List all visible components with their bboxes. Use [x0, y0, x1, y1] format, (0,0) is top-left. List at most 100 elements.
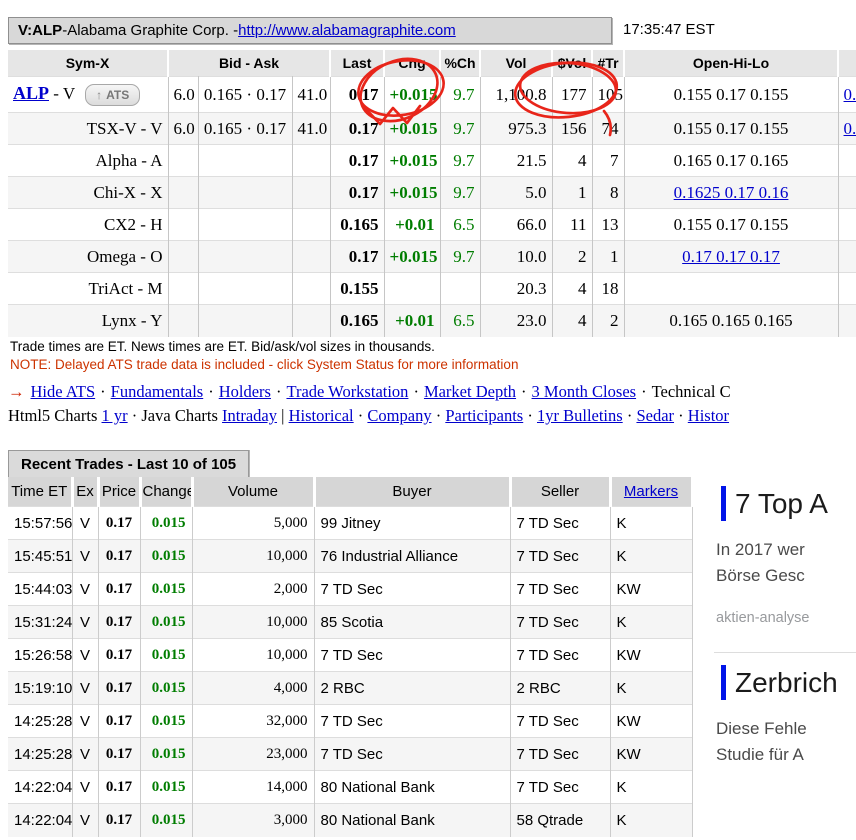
nav-link-market-depth[interactable]: Market Depth	[424, 382, 516, 401]
nav-link-historical[interactable]: Historical	[289, 406, 354, 425]
ad-block: 7 Top A In 2017 wer Börse Gesc aktien-an…	[714, 474, 856, 652]
year-range-cell	[838, 273, 856, 305]
nav-link-trade-workstation[interactable]: Trade Workstation	[286, 382, 408, 401]
trade-buyer: 7 TD Sec	[314, 573, 510, 606]
nav-link-intraday[interactable]: Intraday	[222, 406, 277, 425]
trade-row: 15:45:51 V 0.17 0.015 10,000 76 Industri…	[8, 540, 692, 573]
footnote-ats-delay: NOTE: Delayed ATS trade data is included…	[10, 356, 518, 374]
bid-size-cell	[168, 305, 198, 337]
bid-ask-cell	[198, 273, 292, 305]
trade-change: 0.015	[140, 705, 192, 738]
num-trades-cell: 13	[592, 209, 624, 241]
ask-size-cell: 41.0	[292, 77, 330, 113]
trade-time: 15:26:58	[8, 639, 72, 672]
quote-title-bar: V:ALP - Alabama Graphite Corp. - http://…	[8, 17, 612, 44]
trade-seller: 7 TD Sec	[510, 540, 610, 573]
trade-exchange: V	[72, 771, 98, 804]
col-header-chg: Chg	[384, 50, 440, 77]
dollar-volume-cell: 4	[552, 305, 592, 337]
bid-ask-cell	[198, 177, 292, 209]
trade-buyer: 7 TD Sec	[314, 705, 510, 738]
trades-header-row: Time ET Ex Price Change Volume Buyer Sel…	[8, 477, 692, 507]
trade-row: 14:22:04 V 0.17 0.015 3,000 80 National …	[8, 804, 692, 837]
nav-link-3-month-closes[interactable]: 3 Month Closes	[532, 382, 637, 401]
ask-size-cell	[292, 177, 330, 209]
open-hi-lo-cell: 0.17 0.17 0.17	[624, 241, 838, 273]
symbol-cell: CX2 - H	[8, 209, 168, 241]
col-header-vol: Vol	[480, 50, 552, 77]
trade-change: 0.015	[140, 540, 192, 573]
trade-change: 0.015	[140, 573, 192, 606]
last-price-cell: 0.17	[330, 113, 384, 145]
trade-buyer: 80 National Bank	[314, 771, 510, 804]
ad-source-link[interactable]: aktien-analyse	[716, 610, 856, 626]
trade-price: 0.17	[98, 672, 140, 705]
trade-markers: K	[610, 804, 692, 837]
quote-row: TSX-V - V 6.0 0.165 · 0.17 41.0 0.17 +0.…	[8, 113, 856, 145]
nav-link-hide-ats[interactable]: Hide ATS	[31, 382, 96, 401]
trade-change: 0.015	[140, 606, 192, 639]
trade-volume: 32,000	[192, 705, 314, 738]
year-range-cell	[838, 145, 856, 177]
trade-buyer: 2 RBC	[314, 672, 510, 705]
pct-change-cell: 6.5	[440, 209, 480, 241]
col-header-time: Time ET	[8, 477, 72, 507]
trade-row: 15:19:10 V 0.17 0.015 4,000 2 RBC 2 RBC …	[8, 672, 692, 705]
nav-link-company[interactable]: Company	[367, 406, 431, 425]
col-header-pct-change: %Ch	[440, 50, 480, 77]
trade-time: 14:22:04	[8, 804, 72, 837]
trade-price: 0.17	[98, 606, 140, 639]
trade-change: 0.015	[140, 738, 192, 771]
trade-price: 0.17	[98, 573, 140, 606]
col-header-dollar-vol: $Vol	[552, 50, 592, 77]
col-header-volume: Volume	[192, 477, 314, 507]
markers-link[interactable]: Markers	[624, 483, 678, 500]
symbol-cell: Alpha - A	[8, 145, 168, 177]
open-hi-lo-cell: 0.1625 0.17 0.16	[624, 177, 838, 209]
company-name: Alabama Graphite Corp. -	[67, 22, 238, 39]
trade-row: 15:31:24 V 0.17 0.015 10,000 85 Scotia 7…	[8, 606, 692, 639]
nav-link-fundamentals[interactable]: Fundamentals	[111, 382, 204, 401]
pct-change-cell	[440, 273, 480, 305]
trade-time: 15:19:10	[8, 672, 72, 705]
nav-link-participants[interactable]: Participants	[445, 406, 523, 425]
trade-time: 14:25:28	[8, 705, 72, 738]
year-range-cell	[838, 241, 856, 273]
open-hi-lo-cell: 0.155 0.17 0.155	[624, 209, 838, 241]
nav-link-history[interactable]: Histor	[688, 406, 729, 425]
year-range-cell: 0.1	[838, 77, 856, 113]
trade-volume: 23,000	[192, 738, 314, 771]
col-header-exchange: Ex	[72, 477, 98, 507]
trade-row: 15:44:03 V 0.17 0.015 2,000 7 TD Sec 7 T…	[8, 573, 692, 606]
nav-link-1yr-chart[interactable]: 1 yr	[102, 406, 128, 425]
ad-headline[interactable]: 7 Top A	[721, 486, 856, 521]
ats-toggle-button[interactable]: ↑ATS	[85, 84, 140, 106]
dollar-volume-cell: 4	[552, 273, 592, 305]
nav-link-sedar[interactable]: Sedar	[636, 406, 674, 425]
trade-time: 14:25:28	[8, 738, 72, 771]
company-website-link[interactable]: http://www.alabamagraphite.com	[238, 22, 456, 39]
year-range-cell	[838, 209, 856, 241]
trade-exchange: V	[72, 540, 98, 573]
pct-change-cell: 9.7	[440, 113, 480, 145]
nav-link-holders[interactable]: Holders	[219, 382, 271, 401]
symbol-link[interactable]: ALP	[13, 83, 49, 103]
trade-seller: 7 TD Sec	[510, 705, 610, 738]
col-header-seller: Seller	[510, 477, 610, 507]
quote-table-wrapper: Sym-X Bid - Ask Last Chg %Ch Vol $Vol #T…	[8, 50, 856, 337]
trade-row: 14:25:28 V 0.17 0.015 23,000 7 TD Sec 7 …	[8, 738, 692, 771]
trade-price: 0.17	[98, 771, 140, 804]
year-range-link[interactable]: 0.1	[844, 85, 856, 104]
trade-seller: 7 TD Sec	[510, 507, 610, 540]
last-price-cell: 0.165	[330, 209, 384, 241]
nav-link-1yr-bulletins[interactable]: 1yr Bulletins	[537, 406, 623, 425]
open-hi-lo-cell: 0.155 0.17 0.155	[624, 77, 838, 113]
symbol-cell: ALP - V↑ATS	[8, 77, 168, 113]
trade-volume: 14,000	[192, 771, 314, 804]
change-cell	[384, 273, 440, 305]
ad-headline[interactable]: Zerbrich	[721, 665, 856, 700]
trade-seller: 58 Qtrade	[510, 804, 610, 837]
quote-row: Alpha - A 0.17 +0.015 9.7 21.5 4 7 0.165…	[8, 145, 856, 177]
col-header-buyer: Buyer	[314, 477, 510, 507]
bid-size-cell	[168, 241, 198, 273]
